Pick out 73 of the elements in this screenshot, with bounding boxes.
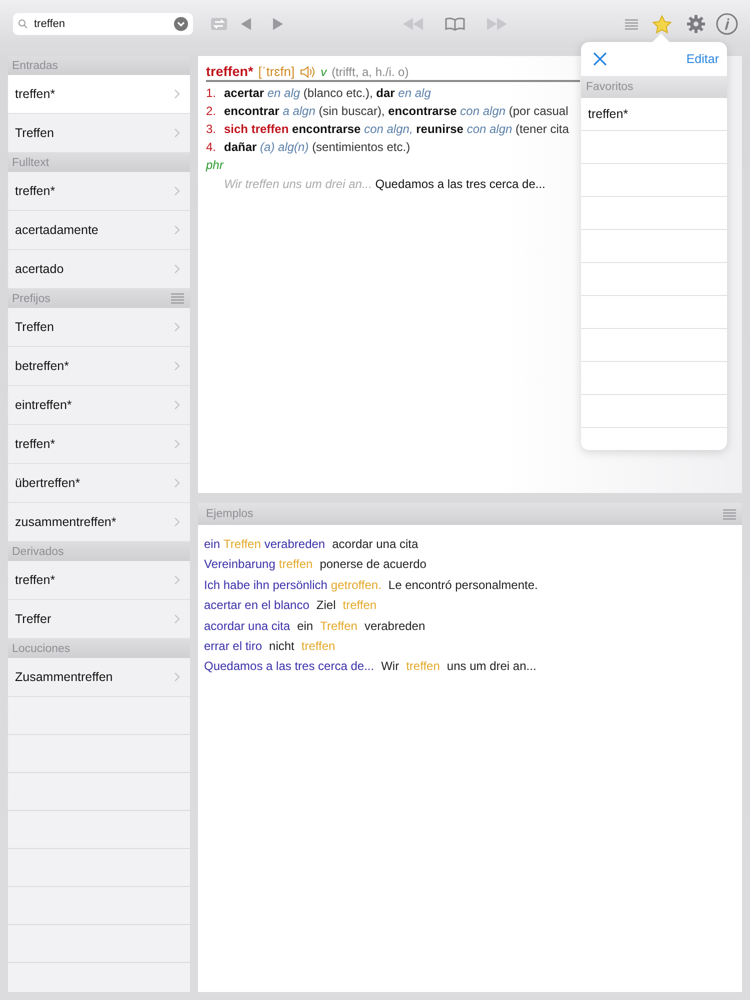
item-label: eintreffen* [15, 398, 72, 412]
section-title: Derivados [12, 546, 64, 558]
item-label: treffen* [15, 87, 56, 101]
chevron-icon [174, 89, 180, 99]
sense-line: 1. acertar en alg (blanco etc.), dar en alg [206, 86, 431, 100]
chevron-icon [174, 672, 180, 682]
info-icon[interactable] [716, 13, 738, 35]
item-label: treffen* [15, 573, 56, 587]
sense-line: 4. dañar (a) alg(n) (sentimientos etc.) [206, 140, 410, 154]
section-title: Fulltext [12, 156, 50, 168]
item-label: acertadamente [15, 223, 98, 237]
chevron-icon [174, 478, 180, 488]
speaker-icon[interactable] [300, 64, 316, 78]
chevron-icon [174, 322, 180, 332]
chevron-icon [174, 361, 180, 371]
search-icon [18, 19, 28, 29]
sense-line: 2. encontrar a algn (sin buscar), encontrarse con algn (por casual [206, 104, 568, 118]
item-label: acertado [15, 262, 64, 276]
part-of-speech: v [320, 64, 327, 78]
item-label: treffen* [15, 184, 56, 198]
item-label: zusammentreffen* [15, 515, 116, 529]
chevron-icon [174, 439, 180, 449]
section-title: Locuciones [12, 642, 70, 654]
section-title: Prefijos [12, 292, 50, 304]
example-line: acertar en el blanco Ziel treffen [204, 598, 378, 612]
chevron-icon [174, 517, 180, 527]
item-label: Zusammentreffen [15, 670, 113, 684]
item-label: treffen* [588, 107, 628, 121]
favorite-item[interactable]: treffen* [581, 98, 727, 131]
example-line: acordar una cita ein Treffen verabreden [204, 618, 426, 633]
chevron-icon [174, 186, 180, 196]
chevron-icon [174, 400, 180, 410]
pronunciation: [ˈtrɛfn] [258, 64, 295, 79]
item-label: Treffen [15, 126, 54, 140]
settings-icon[interactable] [686, 14, 706, 34]
fast-forward-icon[interactable] [487, 18, 507, 30]
example-line: ein Treffen verabreden acordar una cita [204, 537, 420, 551]
book-icon[interactable] [445, 17, 465, 31]
section-title: Ejemplos [206, 508, 254, 520]
item-label: treffen* [15, 437, 56, 451]
chevron-icon [174, 128, 180, 138]
back-arrow-icon[interactable] [239, 17, 253, 31]
item-label: Treffer [15, 612, 52, 626]
rewind-icon[interactable] [403, 18, 423, 30]
item-label: betreffen* [15, 359, 69, 373]
chevron-icon [174, 225, 180, 235]
sense-line: 3. sich treffen encontrarse con algn, reunirse con algn (tener cita [206, 122, 569, 136]
headword: treffen* [206, 64, 254, 79]
search-field[interactable]: treffen [13, 13, 193, 35]
example-line: Ich habe ihn persönlich getroffen. Le encontró personalmente. [204, 578, 539, 592]
chevron-icon [174, 614, 180, 624]
search-input[interactable]: treffen [32, 17, 170, 31]
close-button[interactable] [591, 50, 609, 68]
chevron-icon [174, 575, 180, 585]
star-icon[interactable] [652, 14, 672, 34]
chevron-icon [174, 264, 180, 274]
phrase-line: Wir treffen uns um drei an... Quedamos a las tres cerca de... [224, 177, 546, 191]
item-label: übertreffen* [15, 476, 80, 490]
section-title: Entradas [12, 60, 58, 72]
list-item[interactable]: treffen* [8, 75, 190, 114]
inflection-forms: (trifft, a, h./i. o) [332, 64, 409, 78]
example-line: errar el tiro nicht treffen [204, 638, 336, 653]
list-icon[interactable] [171, 293, 184, 304]
phrase-label: phr [206, 158, 225, 172]
section-title: Favoritos [586, 81, 634, 93]
example-line: Quedamos a las tres cerca de... Wir treffen uns um drei an... [204, 659, 538, 674]
dropdown-icon[interactable] [174, 17, 188, 31]
list-icon[interactable] [625, 18, 638, 30]
example-line: Vereinbarung treffen ponerse de acuerdo [204, 557, 428, 572]
list-icon[interactable] [723, 508, 736, 520]
forward-arrow-icon[interactable] [271, 17, 285, 31]
edit-button[interactable]: Editar [684, 50, 721, 68]
item-label: Treffen [15, 320, 54, 334]
